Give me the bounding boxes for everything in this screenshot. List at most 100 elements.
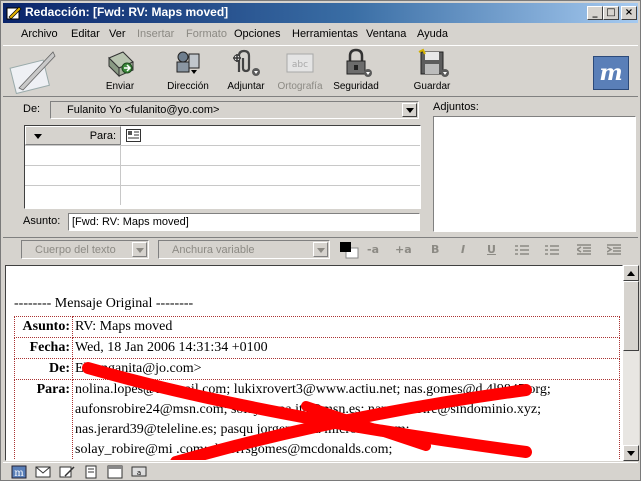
table-row: Para: nolina.lopes@hotmail.com; lukixrov… xyxy=(14,379,620,460)
recipient-type-label: Para: xyxy=(89,130,116,142)
menu-ver[interactable]: Ver xyxy=(109,28,126,40)
header-key: Fecha: xyxy=(14,337,73,359)
send-label: Enviar xyxy=(105,81,135,92)
attachments-list[interactable] xyxy=(433,116,636,232)
vertical-scrollbar[interactable] xyxy=(623,265,639,461)
larger-text-button: +a xyxy=(395,243,412,256)
address-card-icon xyxy=(126,129,141,142)
smaller-text-button: -a xyxy=(367,243,379,256)
header-value: RV: Maps moved xyxy=(72,316,620,338)
mozilla-logo-icon[interactable]: m xyxy=(593,56,629,90)
format-toolbar: Cuerpo del texto Anchura variable -a +a … xyxy=(3,237,638,261)
paragraph-style-value: Cuerpo del texto xyxy=(35,244,116,256)
menu-herramientas[interactable]: Herramientas xyxy=(292,28,358,40)
maximize-button[interactable]: □ xyxy=(603,6,619,20)
spelling-label: Ortografía xyxy=(277,81,323,92)
attach-button[interactable]: Adjuntar xyxy=(215,48,277,96)
close-button[interactable]: × xyxy=(621,6,637,20)
menu-editar[interactable]: Editar xyxy=(71,28,100,40)
spell-check-icon: abc xyxy=(286,53,314,73)
header-value: Ell enganita@jo.com> xyxy=(72,358,620,380)
menu-bar: Archivo Editar Ver Insertar Formato Opci… xyxy=(3,25,638,44)
scroll-down-button[interactable] xyxy=(623,445,639,461)
header-key: Para: xyxy=(14,379,73,460)
menu-opciones[interactable]: Opciones xyxy=(234,28,280,40)
recipient-row[interactable] xyxy=(25,146,420,166)
chevron-down-icon xyxy=(132,242,147,257)
recipient-line: nas.jerard39@teleline.es; pasqu jorgensa… xyxy=(75,422,410,437)
menu-ayuda[interactable]: Ayuda xyxy=(417,28,448,40)
header-key: Asunto: xyxy=(14,316,73,338)
outdent-icon xyxy=(577,244,591,255)
attachments-label: Adjuntos: xyxy=(433,101,479,113)
table-row: De: Ell enganita@jo.com> xyxy=(14,358,620,380)
font-select: Anchura variable xyxy=(158,240,330,259)
from-label: De: xyxy=(23,103,41,115)
header-value: nolina.lopes@hotmail.com; lukixrovert3@w… xyxy=(72,379,620,460)
composer-icon[interactable] xyxy=(59,465,75,479)
recipient-list[interactable]: Para: xyxy=(24,125,421,209)
from-select[interactable]: Fulanito Yo <fulanito@yo.com> xyxy=(50,101,419,119)
attach-label: Adjuntar xyxy=(227,81,265,92)
window-title: Redacción: [Fwd: RV: Maps moved] xyxy=(25,5,229,19)
recipient-row[interactable]: Para: xyxy=(25,126,420,146)
address-label: Dirección xyxy=(167,81,209,92)
menu-ventana[interactable]: Ventana xyxy=(366,28,406,40)
subject-value: [Fwd: RV: Maps moved] xyxy=(72,216,189,228)
italic-button: I xyxy=(461,243,466,256)
subject-label: Asunto: xyxy=(23,215,61,227)
svg-text:m: m xyxy=(14,468,24,479)
address-header: De: Fulanito Yo <fulanito@yo.com> Para: xyxy=(3,99,427,235)
bold-button: B xyxy=(431,243,440,256)
security-label: Seguridad xyxy=(333,81,379,92)
mozilla-component-icon[interactable]: m xyxy=(11,465,27,479)
chevron-down-icon xyxy=(34,134,42,139)
scroll-up-button[interactable] xyxy=(623,265,639,281)
message-body-editor[interactable]: -------- Mensaje Original -------- Asunt… xyxy=(5,265,623,461)
menu-formato: Formato xyxy=(186,28,227,40)
address-book-small-icon[interactable] xyxy=(83,465,99,479)
send-icon xyxy=(108,51,134,78)
lock-icon xyxy=(346,48,372,77)
scroll-thumb[interactable] xyxy=(623,281,639,351)
subject-input[interactable]: [Fwd: RV: Maps moved] xyxy=(68,213,420,231)
title-bar[interactable]: Redacción: [Fwd: RV: Maps moved] _ □ × xyxy=(3,3,638,23)
recipient-line: aufonsrobire24@msn.com; solay-papa ita@m… xyxy=(75,402,541,417)
svg-text:a: a xyxy=(137,469,141,477)
header-key: De: xyxy=(14,358,73,380)
numbered-list-icon xyxy=(545,245,559,255)
chevron-down-icon[interactable] xyxy=(402,103,417,117)
recipient-row[interactable] xyxy=(25,166,420,186)
original-message-separator: -------- Mensaje Original -------- xyxy=(14,296,194,311)
recipient-line: solay_robire@mi .com; dolorrsgomes@mcdon… xyxy=(75,442,393,457)
menu-archivo[interactable]: Archivo xyxy=(21,28,58,40)
compose-window: Redacción: [Fwd: RV: Maps moved] _ □ × A… xyxy=(0,0,641,481)
recipient-type-select[interactable]: Para: xyxy=(25,126,121,145)
address-button[interactable]: Dirección xyxy=(157,48,219,96)
underline-button: U xyxy=(487,243,496,256)
paperclip-icon xyxy=(233,49,260,76)
send-button[interactable]: Enviar xyxy=(89,48,151,96)
chat-icon[interactable]: a xyxy=(131,465,147,479)
save-label: Guardar xyxy=(413,81,451,92)
svg-text:abc: abc xyxy=(292,60,308,70)
spelling-button: abc Ortografía xyxy=(269,48,331,96)
attachments-panel: Adjuntos: xyxy=(431,99,638,235)
forwarded-headers-table: Asunto: RV: Maps moved Fecha: Wed, 18 Ja… xyxy=(14,316,620,460)
navigator-icon[interactable] xyxy=(107,465,123,479)
recipient-row[interactable] xyxy=(25,186,420,206)
quill-decoration-icon xyxy=(9,51,56,94)
header-value: Wed, 18 Jan 2006 14:31:34 +0100 xyxy=(72,337,620,359)
security-button[interactable]: Seguridad xyxy=(325,48,387,96)
indent-icon xyxy=(607,244,621,255)
status-bar: m a xyxy=(3,462,638,480)
bullet-list-icon xyxy=(515,245,529,255)
table-row: Fecha: Wed, 18 Jan 2006 14:31:34 +0100 xyxy=(14,337,620,359)
save-button[interactable]: Guardar xyxy=(401,48,463,96)
mail-icon[interactable] xyxy=(35,465,51,479)
paragraph-style-select: Cuerpo del texto xyxy=(21,240,149,259)
text-color-icon xyxy=(340,242,359,259)
minimize-button[interactable]: _ xyxy=(587,6,603,20)
table-row: Asunto: RV: Maps moved xyxy=(14,316,620,338)
from-value: Fulanito Yo <fulanito@yo.com> xyxy=(67,104,220,116)
